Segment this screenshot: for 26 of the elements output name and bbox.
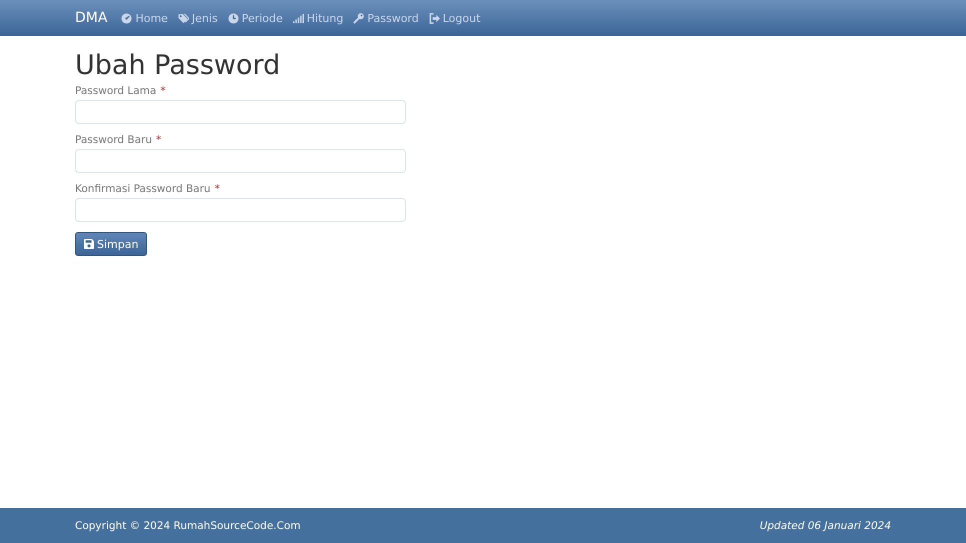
required-mark: * [160,85,166,97]
field-label: Password Lama [75,85,156,97]
page-title: Ubah Password [75,50,282,81]
gauge-icon [121,12,132,24]
key-icon [353,12,364,24]
nav-link[interactable]: Jenis [178,12,218,24]
nav-link[interactable]: Hitung [292,12,344,24]
logout-icon [428,12,440,24]
nav-link[interactable]: Logout [428,12,480,24]
required-mark: * [214,183,220,195]
required-mark: * [156,134,162,146]
password-field[interactable] [75,149,406,173]
signal-bars-icon [292,12,304,24]
nav-link[interactable]: Password [353,12,419,24]
save-button[interactable]: Simpan [75,232,148,256]
field-label: Password Baru [75,134,152,146]
tags-icon [178,12,189,24]
brand-name[interactable]: DMA [75,10,108,26]
updated-date: Updated 06 Januari 2024 [760,520,891,532]
password-field[interactable] [75,100,406,124]
nav-link[interactable]: Periode [228,12,283,24]
nav-link[interactable]: Home [121,12,168,24]
password-field[interactable] [75,198,406,222]
copyright-text: Copyright © 2024 RumahSourceCode.Com [75,520,301,532]
clock-icon [228,12,239,24]
field-label: Konfirmasi Password Baru [75,183,211,195]
